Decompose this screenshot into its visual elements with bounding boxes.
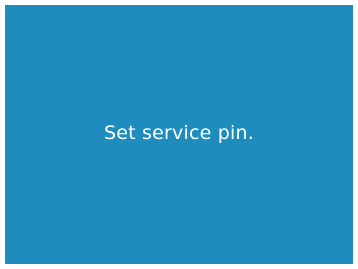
instruction-message: Set service pin. — [104, 121, 254, 144]
display-screen: Set service pin. — [5, 5, 353, 264]
